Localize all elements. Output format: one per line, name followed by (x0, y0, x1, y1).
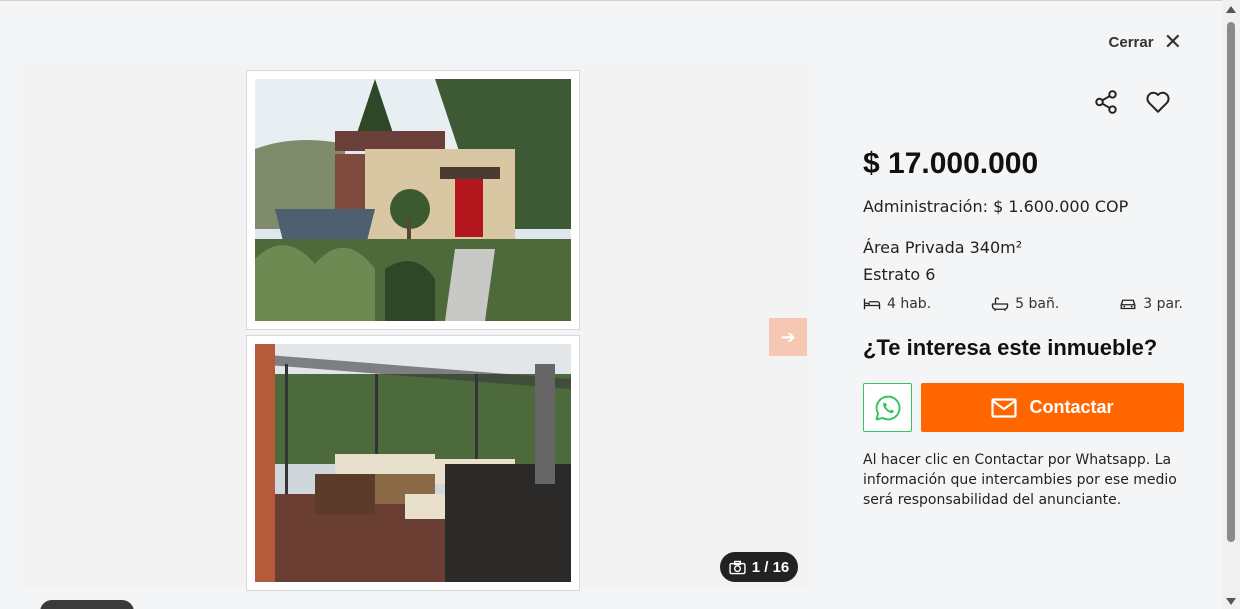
photo-gallery[interactable]: ➔ 1 / 16 (18, 65, 808, 591)
terrace-photo (255, 344, 571, 582)
contact-button[interactable]: Contactar (921, 383, 1184, 432)
house-exterior-photo (255, 79, 571, 321)
photo-counter: 1 / 16 (720, 552, 798, 582)
scrollbar-thumb[interactable] (1227, 22, 1235, 542)
bathtub-icon (991, 297, 1009, 311)
share-icon[interactable] (1093, 89, 1119, 115)
parking-label: 3 par. (1143, 296, 1183, 312)
interest-heading: ¿Te interesa este inmueble? (863, 335, 1158, 360)
floating-pill-button[interactable] (40, 600, 134, 609)
next-photo-button[interactable]: ➔ (769, 318, 807, 356)
vertical-scrollbar[interactable] (1222, 0, 1240, 609)
arrow-right-icon: ➔ (780, 326, 796, 348)
close-button[interactable]: Cerrar ✕ (1109, 31, 1182, 53)
gallery-photo[interactable] (246, 335, 580, 591)
baths-label: 5 bañ. (1015, 296, 1060, 312)
heart-icon[interactable] (1145, 89, 1171, 115)
close-icon[interactable]: ✕ (1164, 31, 1182, 53)
mail-icon (991, 397, 1018, 418)
close-label: Cerrar (1108, 33, 1154, 51)
administration-fee: Administración: $ 1.600.000 COP (863, 197, 1129, 216)
whatsapp-disclaimer: Al hacer clic en Contactar por Whatsapp.… (863, 452, 1177, 508)
gallery-photo[interactable] (246, 70, 580, 330)
property-modal: Cerrar ✕ ➔ 1 / 16 $ 17.000.000 Administr… (0, 0, 1222, 609)
features-row: 4 hab. 5 bañ. 3 par. (863, 296, 1183, 312)
private-area: Área Privada 340m² (863, 238, 1023, 257)
counter-text: 1 / 16 (751, 558, 790, 576)
scroll-up-icon[interactable] (1226, 6, 1236, 13)
whatsapp-icon (875, 395, 900, 420)
camera-icon (729, 560, 746, 574)
estrato: Estrato 6 (863, 265, 936, 284)
bed-icon (863, 298, 881, 310)
listing-price: $ 17.000.000 (863, 147, 1039, 180)
contact-label: Contactar (1029, 397, 1114, 417)
scroll-down-icon[interactable] (1226, 598, 1236, 605)
whatsapp-button[interactable] (863, 383, 912, 432)
baths-feature: 5 bañ. (991, 296, 1059, 312)
car-icon (1120, 299, 1136, 310)
parking-feature: 3 par. (1119, 296, 1183, 312)
panel-actions (1093, 89, 1171, 115)
rooms-label: 4 hab. (887, 296, 932, 312)
rooms-feature: 4 hab. (863, 296, 931, 312)
listing-panel: $ 17.000.000 Administración: $ 1.600.000… (843, 63, 1201, 568)
